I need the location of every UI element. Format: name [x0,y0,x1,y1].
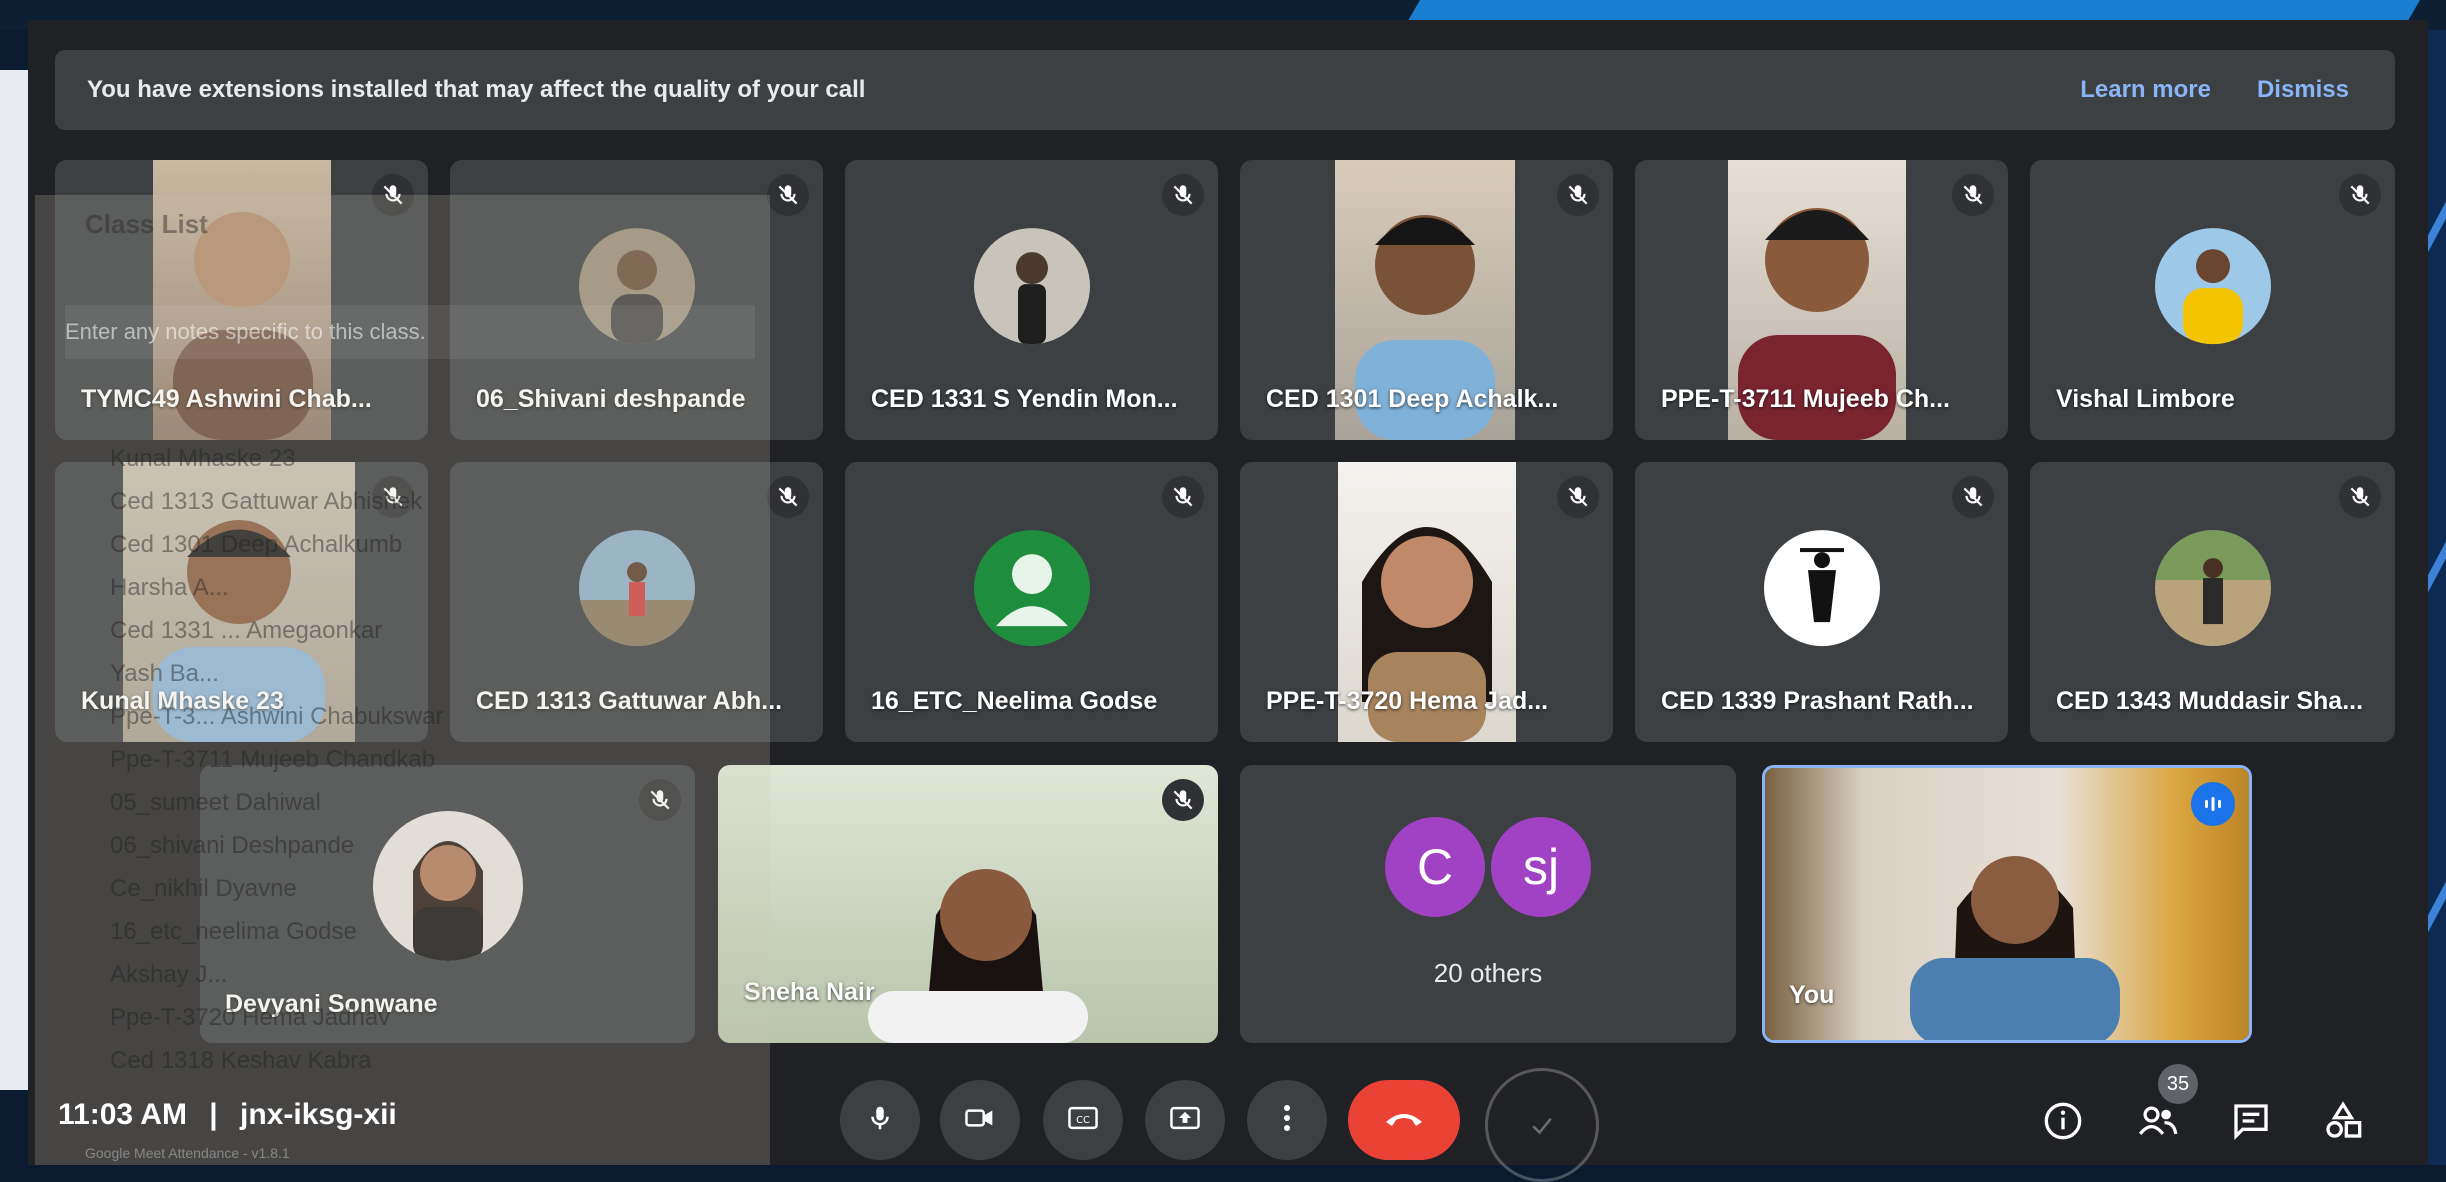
participant-name: CED 1343 Muddasir Sha... [2056,687,2364,715]
mic-off-icon [2339,476,2381,518]
leave-call-button[interactable] [1348,1080,1460,1160]
speaking-indicator-icon [2191,782,2235,826]
participant-name: Devyani Sonwane [225,990,438,1018]
people-icon [2138,1106,2178,1135]
meeting-separator: | [209,1098,218,1131]
meeting-details: 11:03 AM | jnx-iksg-xii [58,1098,397,1132]
participant-tile[interactable]: PPE-T-3720 Hema Jad... [1240,462,1613,742]
call-end-icon [1382,1108,1426,1133]
participant-tile[interactable]: CED 1301 Deep Achalk... [1240,160,1613,440]
mic-off-icon [1162,779,1204,821]
desktop-window-edge [1407,0,2420,22]
self-video [1765,768,2249,1040]
participant-tile[interactable]: Sneha Nair [718,765,1218,1043]
chat-button[interactable] [2228,1098,2274,1144]
participant-tile[interactable]: PPE-T-3711 Mujeeb Ch... [1635,160,2008,440]
mic-off-icon [1557,476,1599,518]
meeting-time: 11:03 AM [58,1098,187,1131]
participant-tile[interactable]: CED 1313 Gattuwar Abh... [450,462,823,742]
participant-tile[interactable]: TYMC49 Ashwini Chab... [55,160,428,440]
others-count-label: 20 others [1433,958,1543,988]
info-icon [2044,1102,2082,1140]
mic-off-icon [1162,174,1204,216]
avatar [973,530,1090,647]
camera-icon [964,1104,996,1137]
others-avatars: C sj [1385,817,1591,917]
mic-off-icon [767,174,809,216]
banner-message: You have extensions installed that may a… [87,76,866,103]
self-view-tile[interactable]: You [1762,765,2252,1043]
activities-button[interactable] [2320,1098,2366,1144]
camera-button[interactable] [940,1080,1020,1160]
avatar [578,228,695,345]
more-options-button[interactable] [1247,1080,1327,1160]
participant-name: 16_ETC_Neelima Godse [871,687,1158,715]
desktop-left-window [0,70,30,1090]
participant-tile[interactable]: Kunal Mhaske 23 [55,462,428,742]
avatar: sj [1491,817,1591,917]
present-screen-icon [1169,1104,1201,1137]
mic-off-icon [372,174,414,216]
person-figure [1910,856,2120,1040]
captions-button[interactable]: CC [1043,1080,1123,1160]
mic-off-icon [1952,476,1994,518]
avatar [372,811,523,961]
microphone-icon [865,1103,895,1138]
participant-name: Vishal Limbore [2056,385,2235,413]
extension-warning-banner: You have extensions installed that may a… [55,50,2395,130]
mic-off-icon [1162,476,1204,518]
more-vert-icon [1282,1103,1292,1138]
meeting-code: jnx-iksg-xii [240,1098,397,1131]
participant-name: CED 1339 Prashant Rath... [1661,687,1974,715]
participant-name: 06_Shivani deshpande [476,385,746,413]
participant-tile[interactable]: CED 1343 Muddasir Sha... [2030,462,2395,742]
avatar [2154,530,2271,647]
participant-tile[interactable]: Vishal Limbore [2030,160,2395,440]
avatar [2154,228,2271,345]
mic-off-icon [767,476,809,518]
participant-tile[interactable]: Devyani Sonwane [200,765,695,1043]
present-screen-button[interactable] [1145,1080,1225,1160]
dismiss-button[interactable]: Dismiss [2257,76,2349,104]
svg-text:CC: CC [1076,1114,1090,1125]
people-button[interactable] [2135,1098,2181,1144]
participant-tile[interactable]: 16_ETC_Neelima Godse [845,462,1218,742]
mic-off-icon [1557,174,1599,216]
avatar: C [1385,817,1485,917]
participant-name: TYMC49 Ashwini Chab... [81,385,372,413]
microphone-button[interactable] [840,1080,920,1160]
people-count-badge: 35 [2158,1064,2198,1104]
learn-more-link[interactable]: Learn more [2080,76,2211,104]
mic-off-icon [2339,174,2381,216]
participant-name: PPE-T-3720 Hema Jad... [1266,687,1549,715]
mic-off-icon [1952,174,1994,216]
participant-name: CED 1301 Deep Achalk... [1266,385,1559,413]
participant-tile[interactable]: CED 1339 Prashant Rath... [1635,462,2008,742]
participant-name: Sneha Nair [744,978,875,1006]
others-tile[interactable]: C sj 20 others [1240,765,1736,1043]
participant-name: Kunal Mhaske 23 [81,687,284,715]
avatar [973,228,1090,345]
meeting-info-button[interactable] [2040,1098,2086,1144]
participant-name: CED 1313 Gattuwar Abh... [476,687,783,715]
participant-name: PPE-T-3711 Mujeeb Ch... [1661,385,1950,413]
mic-off-icon [372,476,414,518]
self-label: You [1789,981,1835,1009]
avatar [1763,530,1880,647]
activities-icon [2326,1101,2362,1138]
mic-off-icon [639,779,681,821]
participant-tile[interactable]: CED 1331 S Yendin Mon... [845,160,1218,440]
chat-icon [2234,1104,2268,1141]
captions-icon: CC [1067,1104,1099,1137]
participant-name: CED 1331 S Yendin Mon... [871,385,1178,413]
participant-tile[interactable]: 06_Shivani deshpande [450,160,823,440]
avatar [578,530,695,647]
